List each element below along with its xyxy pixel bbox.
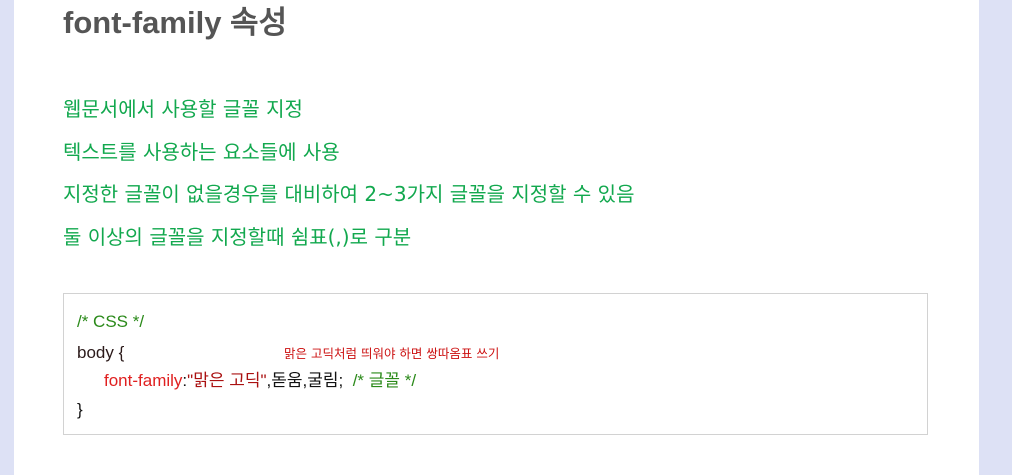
content-page: font-family 속성 웹문서에서 사용할 글꼴 지정 텍스트를 사용하는… <box>14 0 979 475</box>
code-value-rest: ,돋움,굴림; <box>266 371 344 390</box>
code-declaration: font-family:"맑은 고딕",돋움,굴림; /* 글꼴 */ <box>104 370 416 392</box>
description-item: 웹문서에서 사용할 글꼴 지정 <box>63 97 303 121</box>
page-scroll-edge <box>1002 0 1012 475</box>
code-annotation: 맑은 고딕처럼 띄워야 하면 쌍따옴표 쓰기 <box>284 346 500 361</box>
description-item: 지정한 글꼴이 없을경우를 대비하여 2~3가지 글꼴을 지정할 수 있음 <box>63 182 635 206</box>
code-property: font-family <box>104 371 183 390</box>
description-list: 웹문서에서 사용할 글꼴 지정 텍스트를 사용하는 요소들에 사용 지정한 글꼴… <box>63 88 634 258</box>
code-inline-comment: /* 글꼴 */ <box>352 371 417 390</box>
page-title: font-family 속성 <box>63 5 288 40</box>
code-close-brace: } <box>77 400 83 419</box>
code-example-box: /* CSS */ body { 맑은 고딕처럼 띄워야 하면 쌍따옴표 쓰기 … <box>63 293 928 435</box>
code-selector: body { <box>77 343 125 362</box>
description-item: 텍스트를 사용하는 요소들에 사용 <box>63 139 340 164</box>
description-item: 둘 이상의 글꼴을 지정할때 쉼표(,)로 구분 <box>63 224 412 249</box>
code-comment: /* CSS */ <box>77 312 145 331</box>
code-value-string: "맑은 고딕" <box>187 371 267 390</box>
